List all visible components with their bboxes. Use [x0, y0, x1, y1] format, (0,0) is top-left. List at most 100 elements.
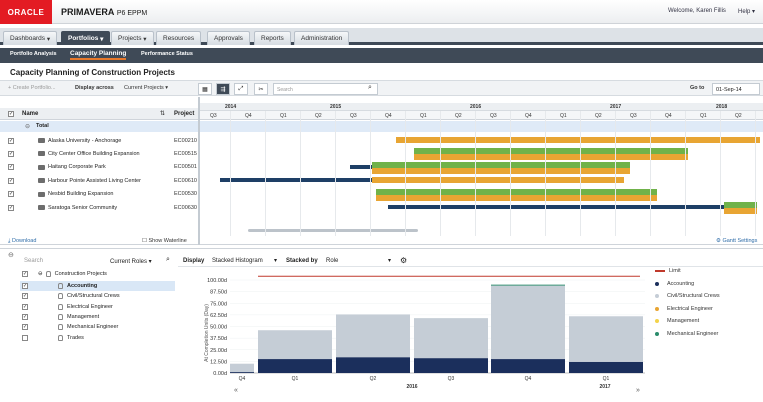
- resource-root[interactable]: ✓ ⊖ Construction Projects: [22, 269, 107, 279]
- settings-gear-icon[interactable]: ⚙: [400, 256, 407, 265]
- quarter-label: Q3: [490, 113, 497, 119]
- resource-search-input[interactable]: Search: [24, 258, 43, 264]
- select-all-checkbox[interactable]: ✓: [8, 111, 14, 117]
- quarter-gridline: [475, 111, 476, 236]
- gantt-bar[interactable]: [350, 164, 372, 169]
- quarter-gridline: [650, 111, 651, 236]
- gantt-scrollbar[interactable]: [248, 229, 418, 232]
- row-checkbox[interactable]: ✓: [8, 150, 14, 157]
- resource-item[interactable]: Trades: [22, 333, 84, 343]
- x-tick-label: Q2: [370, 376, 377, 382]
- year-label: 2017: [610, 104, 622, 110]
- collapse-icon[interactable]: ⊖: [25, 123, 30, 130]
- subnav-portfolio-analysis[interactable]: Portfolio Analysis: [10, 51, 57, 57]
- panel-collapse-icon[interactable]: ⊖: [8, 251, 14, 259]
- project-row[interactable]: ✓ City Center Office Building Expansion …: [0, 147, 198, 160]
- resource-item[interactable]: ✓ Management: [22, 312, 99, 322]
- project-row[interactable]: ✓ Harbour Pointe Assisted Living Center …: [0, 174, 198, 187]
- row-checkbox[interactable]: ✓: [8, 164, 14, 171]
- create-portfolio-button[interactable]: + Create Portfolio...: [8, 85, 56, 91]
- gantt-search-input[interactable]: Search: [273, 83, 378, 95]
- total-row[interactable]: ⊖ Total: [0, 121, 763, 132]
- quarter-label: Q4: [245, 113, 252, 119]
- gantt-bar[interactable]: [220, 178, 372, 183]
- role-icon: [58, 334, 63, 341]
- row-checkbox[interactable]: ✓: [8, 191, 14, 198]
- stacked-dropdown-icon[interactable]: ▾: [388, 257, 391, 264]
- tab-administration[interactable]: Administration: [294, 31, 350, 45]
- search-icon[interactable]: ⌕: [368, 84, 372, 92]
- quarter-label: Q3: [630, 113, 637, 119]
- gantt-bar[interactable]: [724, 208, 757, 214]
- root-label: Construction Projects: [54, 271, 107, 277]
- histogram-bar-segment: [569, 316, 643, 362]
- gantt-bar[interactable]: [372, 167, 630, 174]
- display-across-select[interactable]: Current Projects ▾: [124, 85, 168, 91]
- resource-label: Civil/Structural Crews: [67, 293, 120, 300]
- project-id: EC00210: [174, 137, 197, 144]
- tab-reports[interactable]: Reports: [254, 31, 291, 45]
- row-checkbox[interactable]: ✓: [8, 177, 14, 184]
- project-row[interactable]: ✓ Alaska University - Anchorage EC00210: [0, 134, 198, 147]
- gantt-bar[interactable]: [372, 177, 624, 184]
- legend-item: Civil/Structural Crews: [655, 293, 720, 299]
- welcome-text[interactable]: Welcome, Karen Fillis: [668, 8, 726, 14]
- project-row[interactable]: ✓ Nesbid Building Expansion EC00530: [0, 188, 198, 201]
- resource-checkbox[interactable]: ✓: [22, 293, 28, 300]
- tab-portfolios[interactable]: Portfolios ▾: [61, 31, 111, 45]
- resource-checkbox[interactable]: ✓: [22, 283, 28, 289]
- row-checkbox[interactable]: ✓: [8, 137, 14, 144]
- timeline-years: 2014 2015 2016 2017 2018: [200, 103, 763, 111]
- resource-label: Mechanical Engineer: [67, 324, 119, 331]
- show-waterline-checkbox[interactable]: ☐ Show Waterline: [142, 238, 187, 244]
- quarter-label: Q2: [735, 113, 742, 119]
- subnav-performance-status[interactable]: Performance Status: [141, 51, 193, 57]
- download-link[interactable]: ⤓ Download: [8, 238, 36, 245]
- root-checkbox[interactable]: ✓: [22, 271, 28, 277]
- legend-item: Limit: [655, 268, 681, 274]
- subnav-capacity-planning[interactable]: Capacity Planning: [70, 50, 127, 60]
- resource-search-icon[interactable]: ⌕: [166, 256, 170, 264]
- resource-checkbox[interactable]: ✓: [22, 303, 28, 310]
- help-link[interactable]: Help ▾: [738, 8, 755, 15]
- tools-icon[interactable]: ✂: [254, 83, 268, 95]
- collapse-tree-icon[interactable]: ⊖: [38, 271, 43, 277]
- col-name-header[interactable]: Name: [22, 111, 38, 117]
- display-select[interactable]: Stacked Histogram: [212, 258, 263, 264]
- display-dropdown-icon[interactable]: ▾: [274, 257, 277, 264]
- resource-checkbox[interactable]: ✓: [22, 324, 28, 331]
- sort-icon[interactable]: ⇅: [160, 110, 165, 117]
- resource-item[interactable]: ✓ Civil/Structural Crews: [22, 291, 120, 301]
- expand-icon[interactable]: ⤢: [234, 83, 248, 95]
- gantt-bar[interactable]: [414, 154, 688, 161]
- role-icon: [58, 283, 63, 289]
- role-filter-select[interactable]: Current Roles ▾: [110, 258, 152, 265]
- tab-approvals[interactable]: Approvals: [207, 31, 250, 45]
- resource-checkbox[interactable]: ✓: [22, 313, 28, 320]
- goto-date-input[interactable]: 01-Sep-14: [712, 83, 760, 95]
- resource-item[interactable]: ✓ Accounting: [22, 281, 97, 291]
- scroll-left-icon: «: [234, 387, 238, 394]
- project-row[interactable]: ✓ Haitang Corporate Park EC00501: [0, 161, 198, 174]
- year-label: 2014: [225, 104, 237, 110]
- histogram-bar-segment: [569, 361, 643, 373]
- resource-item[interactable]: ✓ Mechanical Engineer: [22, 322, 118, 332]
- resource-item[interactable]: ✓ Electrical Engineer: [22, 302, 113, 312]
- quarter-label: Q1: [700, 113, 707, 119]
- project-row[interactable]: ✓ Saratoga Senior Community EC00630: [0, 201, 198, 214]
- calendar-icon[interactable]: ▦: [198, 83, 212, 95]
- resource-label: Accounting: [67, 283, 98, 289]
- tab-resources[interactable]: Resources: [156, 31, 202, 45]
- tab-projects[interactable]: Projects ▾: [111, 31, 154, 45]
- row-checkbox[interactable]: ✓: [8, 204, 14, 211]
- scroll-right-icon: »: [636, 387, 640, 394]
- gantt-bar[interactable]: [388, 205, 724, 209]
- gantt-settings-link[interactable]: ⚙ Gantt Settings: [716, 238, 757, 244]
- stacked-by-select[interactable]: Role: [326, 258, 338, 264]
- tab-dashboards[interactable]: Dashboards ▾: [3, 31, 58, 45]
- gantt-bar[interactable]: [396, 137, 760, 143]
- legend-label: Mechanical Engineer: [667, 331, 719, 337]
- gantt-toggle-icon[interactable]: ⇶: [216, 83, 230, 95]
- resource-checkbox[interactable]: [22, 334, 28, 341]
- col-project-header[interactable]: Project: [174, 111, 194, 117]
